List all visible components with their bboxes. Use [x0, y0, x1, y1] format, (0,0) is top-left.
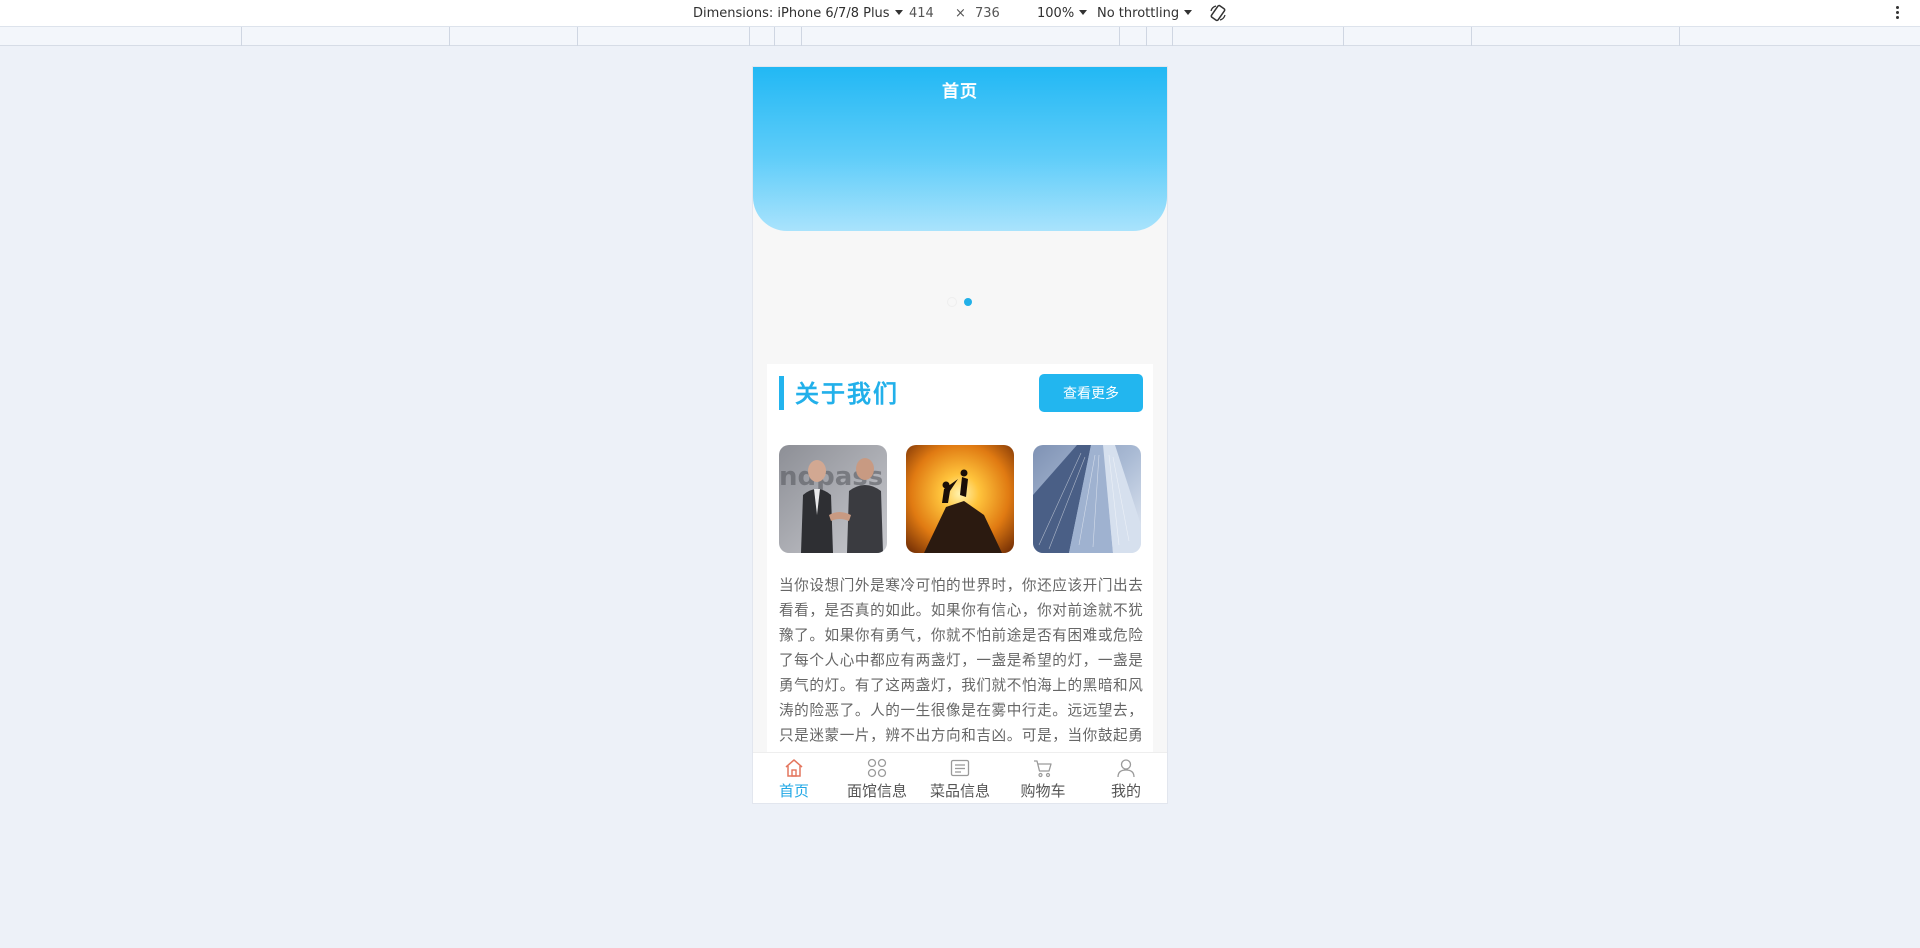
carousel-dot[interactable]	[948, 298, 956, 306]
height-input[interactable]: 736	[975, 5, 1000, 22]
ruler-tick	[749, 27, 750, 46]
devtools-device-toolbar: Dimensions: iPhone 6/7/8 Plus 414 × 736 …	[0, 0, 1920, 27]
ruler-tick	[1119, 27, 1120, 46]
device-select[interactable]: Dimensions: iPhone 6/7/8 Plus	[693, 5, 903, 22]
tab-label: 面馆信息	[846, 782, 907, 800]
tab-label: 菜品信息	[929, 782, 990, 800]
home-icon	[785, 759, 803, 777]
tab-shopping-cart[interactable]: 购物车	[1002, 753, 1084, 803]
ruler-tick	[1172, 27, 1173, 46]
page-title: 首页	[942, 82, 978, 102]
width-input[interactable]: 414	[909, 5, 934, 22]
ruler-tick	[774, 27, 775, 46]
carousel-dot-active[interactable]	[964, 298, 972, 306]
section-title-bar	[779, 376, 784, 410]
section-title: 关于我们	[795, 380, 899, 408]
tab-home[interactable]: 首页	[753, 753, 835, 803]
ruler-tick	[1471, 27, 1472, 46]
chevron-down-icon	[1184, 10, 1193, 15]
zoom-select-label: 100%	[1037, 6, 1075, 21]
carousel-indicators	[948, 291, 980, 306]
ruler-tick	[1146, 27, 1147, 46]
device-select-label: Dimensions: iPhone 6/7/8 Plus	[693, 6, 890, 21]
rotate-icon[interactable]	[1208, 3, 1228, 23]
more-options-icon[interactable]	[1896, 5, 1900, 21]
bottom-tab-bar: 首页 面馆信息 菜品信息 购物车 我的	[753, 752, 1167, 803]
ruler-tick	[1679, 27, 1680, 46]
mountain-sunset-climb-photo[interactable]	[906, 445, 1014, 553]
news-icon	[950, 759, 970, 777]
tab-noodle-shop-info[interactable]: 面馆信息	[836, 753, 918, 803]
ruler-tick	[577, 27, 578, 46]
business-handshake-photo[interactable]: ndpass	[779, 445, 887, 553]
tab-dish-info[interactable]: 菜品信息	[919, 753, 1001, 803]
grid-icon	[867, 758, 887, 778]
ruler-tick	[1343, 27, 1344, 46]
device-viewport: 首页 关于我们 查看更多 ndpass 当你设想门外是寒冷可怕的世界时，你还应该…	[753, 67, 1167, 803]
throttling-select[interactable]: No throttling	[1097, 5, 1193, 22]
tab-label: 首页	[778, 782, 809, 800]
glass-skyscraper-photo[interactable]	[1033, 445, 1141, 553]
media-query-ruler	[0, 27, 1920, 46]
throttling-select-label: No throttling	[1097, 6, 1180, 21]
view-more-button[interactable]: 查看更多	[1039, 374, 1143, 412]
about-description: 当你设想门外是寒冷可怕的世界时，你还应该开门出去看看，是否真的如此。如果你有信心…	[779, 577, 1143, 753]
ruler-tick	[449, 27, 450, 46]
zoom-select[interactable]: 100%	[1037, 5, 1088, 22]
tab-mine[interactable]: 我的	[1085, 753, 1167, 803]
user-icon	[1117, 759, 1135, 778]
ruler-tick	[241, 27, 242, 46]
about-section: 关于我们 查看更多 ndpass 当你设想门外是寒冷可怕的世界时，你还应该开门出…	[767, 364, 1153, 784]
tab-label: 我的	[1110, 782, 1141, 800]
chevron-down-icon	[1079, 10, 1088, 15]
times-sign: ×	[955, 6, 966, 21]
chevron-down-icon	[894, 10, 903, 15]
ruler-tick	[801, 27, 802, 46]
cart-icon	[1034, 760, 1052, 778]
tab-label: 购物车	[1020, 782, 1066, 800]
header-banner: 首页	[753, 67, 1167, 231]
